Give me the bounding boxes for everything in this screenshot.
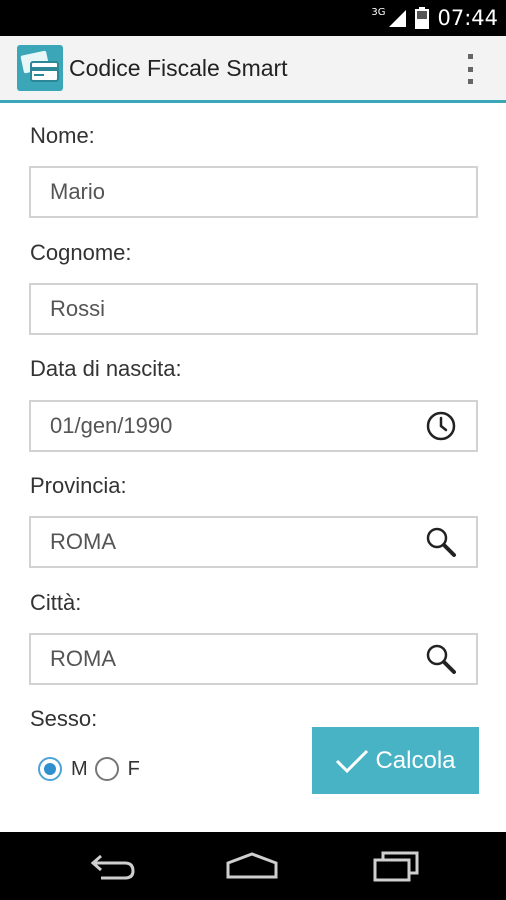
action-bar: Codice Fiscale Smart [0,36,506,100]
cognome-label: Cognome: [30,240,132,265]
calcola-button[interactable]: Calcola [312,727,479,794]
navigation-bar [0,832,506,900]
data-nascita-label: Data di nascita: [30,356,182,381]
signal-icon [387,8,407,28]
citta-label: Città: [30,590,82,615]
recent-apps-icon[interactable] [366,846,426,886]
overflow-menu-icon[interactable] [464,54,476,84]
network-type: 3G [371,6,386,18]
radio-m[interactable] [38,757,62,781]
back-icon[interactable] [82,846,142,886]
nome-label: Nome: [30,123,95,148]
data-nascita-field[interactable]: 01/gen/1990 [29,400,478,452]
sesso-radio-group: M F [38,757,147,781]
citta-field[interactable]: ROMA [29,633,478,685]
clock-icon[interactable] [424,409,458,443]
nome-field[interactable]: Mario [29,166,478,218]
battery-icon [415,7,430,29]
cognome-field[interactable]: Rossi [29,283,478,335]
clock-time: 07:44 [437,6,498,30]
provincia-label: Provincia: [30,473,127,498]
data-nascita-value: 01/gen/1990 [50,413,173,438]
cognome-value: Rossi [50,296,106,321]
app-title: Codice Fiscale Smart [69,54,288,81]
radio-f[interactable] [94,757,119,781]
home-icon[interactable] [222,846,282,886]
app-logo-icon [17,45,63,91]
radio-m-label[interactable]: M [71,758,88,781]
checkmark-icon [336,749,369,773]
citta-value: ROMA [50,646,116,671]
provincia-value: ROMA [50,529,116,554]
search-icon[interactable] [424,642,458,676]
status-bar: 3G 07:44 [0,0,506,36]
nome-value: Mario [50,179,106,204]
action-bar-divider [0,100,506,103]
calcola-label: Calcola [375,746,456,774]
radio-f-label[interactable]: F [128,758,140,781]
provincia-field[interactable]: ROMA [29,516,478,568]
sesso-label: Sesso: [30,706,98,731]
search-icon[interactable] [424,525,458,559]
